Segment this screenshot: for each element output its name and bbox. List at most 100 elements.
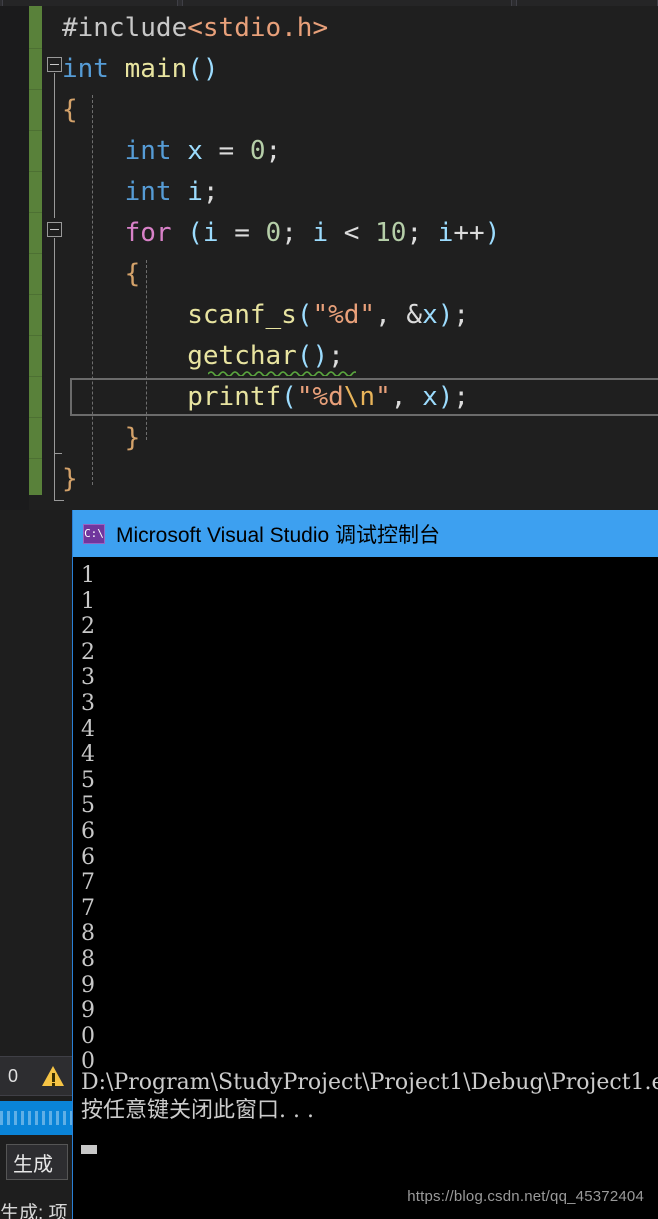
code-token: (): [187, 54, 219, 84]
code-token: (: [281, 382, 297, 412]
code-token: (: [187, 218, 203, 248]
code-token: i: [312, 218, 329, 248]
code-token: ;: [453, 300, 470, 330]
fold-connector-main: [54, 73, 55, 218]
code-token: ,: [375, 300, 407, 330]
output-source-label: 生成: [13, 1153, 53, 1176]
bottom-left-panel[interactable]: 0 生成 生成: 项: [0, 1050, 72, 1219]
code-token: ;: [202, 177, 219, 207]
code-text[interactable]: #include<stdio.h> int main(){ int x = 0; …: [62, 8, 658, 500]
fold-connector-main-tail: [54, 453, 55, 501]
code-token: {: [124, 259, 141, 289]
code-line[interactable]: #include<stdio.h>: [62, 8, 658, 49]
editor-tab-strip: [0, 0, 658, 6]
code-line[interactable]: for (i = 0; i < 10; i++): [62, 213, 658, 254]
code-token: ,: [390, 382, 423, 412]
code-token: ": [375, 382, 391, 412]
code-token: scanf_s: [187, 300, 297, 330]
fold-end-for: [54, 453, 62, 454]
console-output-area[interactable]: 1 1 2 2 3 3 4 4 5 5 6 6 7 7 8 8 9 9 0 0 …: [73, 557, 658, 1219]
code-token: }: [124, 423, 141, 453]
code-token: x: [422, 382, 438, 412]
code-line[interactable]: }: [62, 418, 658, 459]
code-token: i: [187, 177, 203, 207]
code-line[interactable]: }: [62, 459, 658, 500]
code-token: for: [124, 218, 172, 248]
warning-triangle-dot: [52, 1083, 55, 1086]
code-token: ;: [406, 218, 438, 248]
code-token: ): [437, 382, 454, 412]
code-token: #include: [62, 13, 188, 43]
selected-row-text-blur: [0, 1111, 72, 1125]
code-token: main: [124, 54, 188, 84]
code-line[interactable]: getchar();: [62, 336, 658, 377]
error-count-label: 0: [8, 1065, 19, 1086]
code-token: int: [124, 177, 172, 207]
code-token: ;: [453, 382, 470, 412]
code-token: i: [437, 218, 454, 248]
code-editor[interactable]: #include<stdio.h> int main(){ int x = 0; …: [0, 0, 658, 510]
collapse-icon-for[interactable]: [47, 222, 62, 237]
code-token: }: [62, 464, 78, 494]
code-token: int: [62, 54, 109, 84]
code-token: getchar: [187, 341, 297, 371]
code-token: 0: [265, 218, 282, 248]
code-line[interactable]: scanf_s("%d", &x);: [62, 295, 658, 336]
selected-output-row[interactable]: [0, 1101, 72, 1135]
console-title: Microsoft Visual Studio 调试控制台: [116, 523, 441, 547]
code-token: ;: [328, 341, 344, 371]
editor-left-margin: [0, 6, 29, 510]
code-token: ;: [281, 218, 313, 248]
code-token: =: [218, 218, 266, 248]
change-indicator-bar: [29, 6, 42, 495]
code-token: &: [406, 300, 423, 330]
code-token: int: [124, 136, 172, 166]
code-token: {: [62, 95, 78, 125]
code-token: (: [296, 300, 313, 330]
code-token: "%d": [312, 300, 376, 330]
tab-stub-right[interactable]: [516, 0, 658, 6]
output-source-dropdown[interactable]: 生成: [6, 1144, 68, 1180]
code-line[interactable]: {: [62, 90, 658, 131]
code-line[interactable]: printf("%d\n", x);: [62, 377, 658, 418]
code-line[interactable]: {: [62, 254, 658, 295]
code-token: 10: [375, 218, 407, 248]
code-token: x: [422, 300, 438, 330]
code-line[interactable]: int i;: [62, 172, 658, 213]
error-list-summary-row[interactable]: 0: [0, 1056, 72, 1096]
console-number-output: 1 1 2 2 3 3 4 4 5 5 6 6 7 7 8 8 9 9 0 0: [81, 563, 95, 1075]
fold-connector-for: [54, 238, 55, 453]
code-token: printf: [187, 382, 282, 412]
code-token: 0: [249, 136, 266, 166]
error-squiggle-icon: [208, 370, 356, 376]
code-token: i: [202, 218, 219, 248]
code-token: ): [437, 300, 454, 330]
code-token: ;: [265, 136, 282, 166]
tab-stub-center[interactable]: [182, 0, 512, 6]
collapse-icon-main[interactable]: [47, 57, 62, 72]
debug-console-window[interactable]: C:\ Microsoft Visual Studio 调试控制台 1 1 2 …: [72, 510, 658, 1219]
code-line[interactable]: int x = 0;: [62, 131, 658, 172]
code-line[interactable]: int main(): [62, 49, 658, 90]
warning-triangle-bang: [52, 1073, 55, 1082]
code-token: "%d: [296, 382, 344, 412]
code-token: ): [484, 218, 501, 248]
output-log-line: 生成: 项: [0, 1203, 68, 1219]
code-token: <: [328, 218, 376, 248]
code-token: ++: [453, 218, 485, 248]
watermark-url: https://blog.csdn.net/qq_45372404: [407, 1188, 644, 1205]
console-app-icon: C:\: [83, 523, 105, 544]
fold-end-main: [54, 500, 64, 501]
code-token: x: [187, 136, 203, 166]
console-titlebar[interactable]: C:\ Microsoft Visual Studio 调试控制台: [73, 510, 658, 557]
